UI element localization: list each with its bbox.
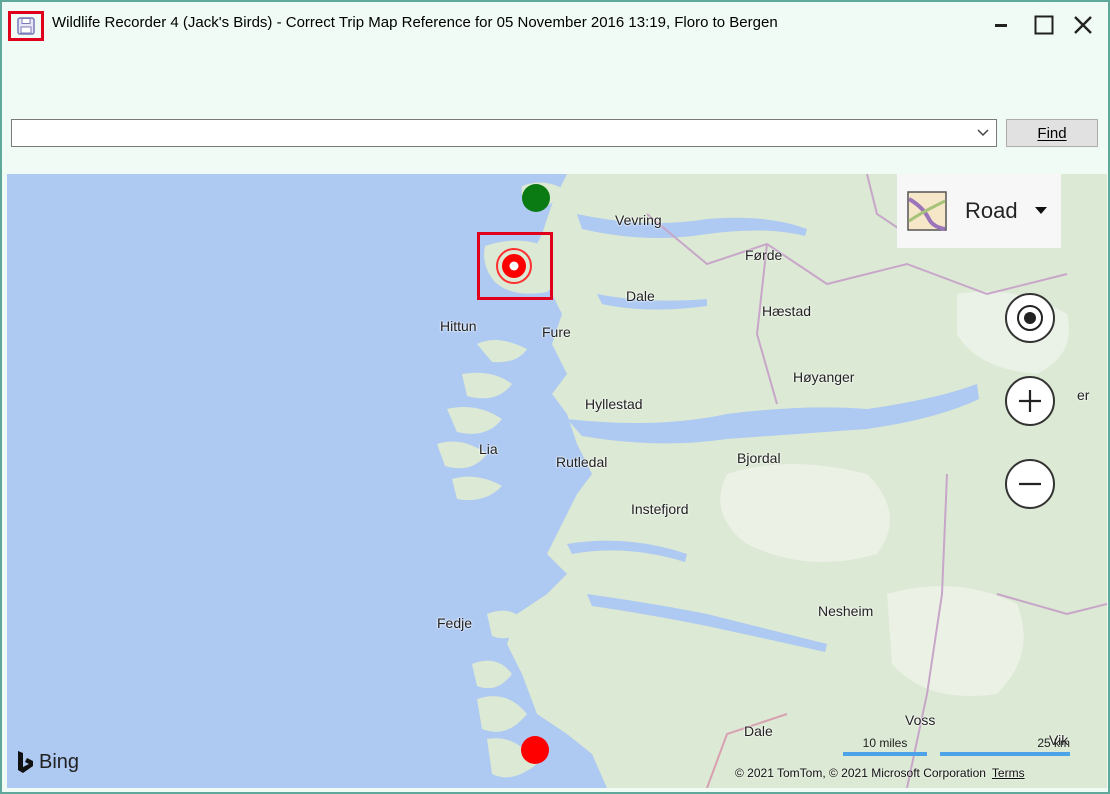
maximize-button[interactable] (1029, 10, 1059, 40)
copyright-text: © 2021 TomTom, © 2021 Microsoft Corporat… (735, 766, 986, 780)
place-label: Hæstad (762, 303, 812, 319)
scale-miles-label: 10 miles (862, 736, 908, 750)
close-button[interactable] (1068, 10, 1098, 40)
road-map-icon (907, 191, 947, 231)
place-label: Lia (479, 441, 498, 457)
zoom-out-icon (1019, 482, 1041, 486)
place-label: Høyanger (793, 369, 855, 385)
place-label: Fedje (437, 615, 473, 631)
place-label: Instefjord (631, 501, 689, 517)
place-label: Rutledal (556, 454, 608, 470)
trip-end-marker[interactable] (521, 736, 549, 764)
place-label: Vevring (615, 212, 662, 228)
place-label: Fure (542, 324, 571, 340)
location-input[interactable] (16, 121, 960, 147)
place-label: Bjordal (737, 450, 781, 466)
scale-miles: 10 miles (843, 736, 927, 756)
map-style-label: Road (965, 198, 1018, 223)
place-label: Dale (744, 723, 773, 739)
find-label: Find (1037, 124, 1067, 142)
location-combobox[interactable] (11, 119, 997, 147)
zoom-in-icon (1019, 390, 1041, 412)
locate-me-button[interactable] (1005, 293, 1055, 343)
place-label: Voss (905, 712, 936, 728)
window-title: Wildlife Recorder 4 (Jack's Birds) - Cor… (52, 14, 778, 31)
map-base-layer (7, 174, 1107, 788)
map-style-selector[interactable]: Road (897, 174, 1061, 248)
chevron-down-icon[interactable] (976, 126, 990, 140)
close-icon (1074, 16, 1092, 34)
map-view[interactable]: Vevring Førde Dale Hæstad Hittun Fure Hø… (7, 174, 1107, 788)
title-bar: Wildlife Recorder 4 (Jack's Birds) - Cor… (2, 2, 1108, 48)
maximize-icon (1034, 15, 1054, 35)
scale-km-bar (940, 752, 1070, 756)
find-button[interactable]: Find (1006, 119, 1098, 147)
minimize-icon (995, 24, 1007, 27)
zoom-out-button[interactable] (1005, 459, 1055, 509)
locate-me-icon (1017, 305, 1043, 331)
target-marker-icon[interactable] (495, 247, 533, 285)
place-label: Hittun (440, 318, 477, 334)
place-label: Dale (626, 288, 655, 304)
scale-miles-bar (843, 752, 927, 756)
save-disk-icon (17, 17, 35, 35)
bing-icon (18, 751, 33, 773)
copyright-notice: © 2021 TomTom, © 2021 Microsoft Corporat… (735, 766, 1025, 780)
zoom-in-button[interactable] (1005, 376, 1055, 426)
place-label: Nesheim (818, 603, 874, 619)
bing-logo[interactable]: Bing (15, 750, 79, 774)
search-row: Find (2, 118, 1108, 152)
chevron-down-icon[interactable] (1034, 206, 1048, 216)
place-label: er (1077, 387, 1090, 403)
scale-km-label: 25 km (1037, 736, 1070, 750)
place-label: Hyllestad (585, 396, 643, 412)
bing-label: Bing (39, 750, 80, 773)
app-window: Wildlife Recorder 4 (Jack's Birds) - Cor… (0, 0, 1110, 794)
minimize-button[interactable] (986, 10, 1016, 40)
place-label: Førde (745, 247, 783, 263)
app-icon-highlight[interactable] (8, 11, 44, 41)
terms-link[interactable]: Terms (992, 766, 1025, 780)
trip-start-marker[interactable] (522, 184, 550, 212)
scale-km: 25 km (940, 736, 1070, 756)
